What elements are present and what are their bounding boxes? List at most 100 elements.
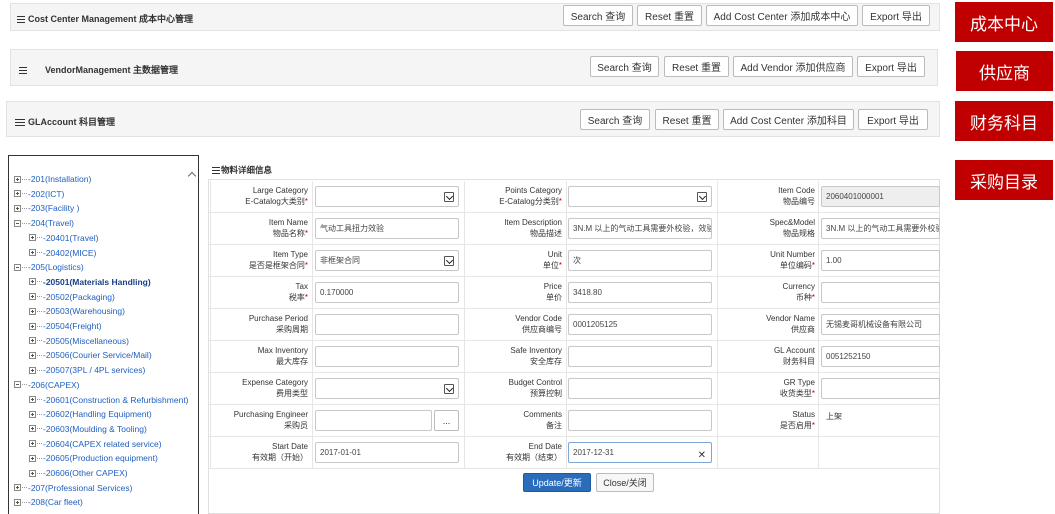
tree-item[interactable]: -208(Car fleet) — [14, 497, 83, 507]
scroll-up-icon[interactable] — [187, 171, 197, 181]
input-field[interactable]: 气动工具扭力效验 — [315, 218, 459, 239]
tree-item-label[interactable]: -206(CAPEX) — [28, 380, 80, 390]
tree-item[interactable]: -20602(Handling Equipment) — [29, 409, 152, 419]
select-field[interactable] — [568, 186, 712, 207]
input-field[interactable]: 0001205125 — [568, 314, 712, 335]
tree-item-label[interactable]: -20401(Travel) — [43, 233, 98, 243]
tree-item-label[interactable]: -20601(Construction & Refurbishment) — [43, 395, 189, 405]
tree-item[interactable]: -207(Professional Services) — [14, 483, 132, 493]
input-field[interactable]: 0.170000 — [315, 282, 459, 303]
input-field[interactable] — [568, 378, 712, 399]
vendor-export-button[interactable]: Export 导出 — [857, 56, 925, 77]
tree-item[interactable]: -20601(Construction & Refurbishment) — [29, 395, 189, 405]
clear-icon[interactable]: ✕ — [698, 446, 706, 462]
expand-icon[interactable] — [29, 425, 36, 433]
input-field[interactable]: 2017-12-31 ✕ — [568, 442, 712, 463]
add-cost-center-button[interactable]: Add Cost Center 添加成本中心 — [706, 5, 858, 26]
tree-item[interactable]: -20502(Packaging) — [29, 292, 115, 302]
input-field[interactable]: 1.00 — [821, 250, 940, 271]
chevron-down-icon[interactable] — [697, 192, 707, 202]
tree-item[interactable]: -20505(Miscellaneous) — [29, 336, 129, 346]
input-field[interactable]: 2017-01-01 — [315, 442, 459, 463]
tree-item-label[interactable]: -20402(MICE) — [43, 248, 96, 258]
expand-icon[interactable] — [14, 484, 21, 492]
input-field[interactable]: 无锡麦哥机械设备有限公司 — [821, 314, 940, 335]
update-button[interactable]: Update/更新 — [523, 473, 591, 492]
tree-item-label[interactable]: -20606(Other CAPEX) — [43, 468, 128, 478]
tree-item[interactable]: -204(Travel) — [14, 218, 74, 228]
input-field[interactable]: 3418.80 — [568, 282, 712, 303]
tree-item-label[interactable]: -20505(Miscellaneous) — [43, 336, 129, 346]
chevron-down-icon[interactable] — [444, 256, 454, 266]
chevron-down-icon[interactable] — [444, 384, 454, 394]
input-field[interactable] — [821, 282, 940, 303]
tree-item[interactable]: -20504(Freight) — [29, 321, 102, 331]
expand-icon[interactable] — [29, 234, 36, 242]
expand-icon[interactable] — [29, 322, 36, 330]
expand-icon[interactable] — [29, 396, 36, 403]
tree-item[interactable]: -203(Facility ) — [14, 203, 79, 213]
tree-item[interactable]: -20603(Moulding & Tooling) — [29, 424, 147, 434]
expand-icon[interactable] — [29, 351, 36, 359]
tree-item[interactable]: -206(CAPEX) — [14, 380, 80, 390]
cost-center-reset-button[interactable]: Reset 重置 — [637, 5, 702, 26]
tree-item-label[interactable]: -20501(Materials Handling) — [43, 277, 151, 287]
expand-icon[interactable] — [29, 307, 36, 315]
chevron-down-icon[interactable] — [444, 192, 454, 202]
tree-item-label[interactable]: -207(Professional Services) — [28, 483, 132, 493]
tree-item[interactable]: -20402(MICE) — [29, 248, 96, 258]
expand-icon[interactable] — [14, 190, 21, 198]
tree-item-label[interactable]: -20507(3PL / 4PL services) — [43, 365, 145, 375]
gl-export-button[interactable]: Export 导出 — [858, 109, 928, 130]
collapse-icon[interactable] — [14, 219, 21, 227]
input-field[interactable] — [821, 378, 940, 399]
cost-center-search-button[interactable]: Search 查询 — [563, 5, 633, 26]
vendor-search-button[interactable]: Search 查询 — [590, 56, 659, 77]
tree-item-label[interactable]: -202(ICT) — [28, 189, 64, 199]
expand-icon[interactable] — [14, 175, 21, 183]
expand-icon[interactable] — [29, 410, 36, 418]
tree-item-label[interactable]: -20605(Production equipment) — [43, 453, 158, 463]
select-field[interactable] — [315, 186, 459, 207]
select-field[interactable]: 非框架合同 — [315, 250, 459, 271]
add-gl-account-button[interactable]: Add Cost Center 添加科目 — [723, 109, 854, 130]
tree-item-label[interactable]: -208(Car fleet) — [28, 497, 83, 507]
expand-icon[interactable] — [29, 249, 36, 256]
tree-item[interactable]: -205(Logistics) — [14, 262, 84, 272]
add-vendor-button[interactable]: Add Vendor 添加供应商 — [733, 56, 853, 77]
tree-item[interactable]: -201(Installation) — [14, 174, 91, 184]
gl-search-button[interactable]: Search 查询 — [580, 109, 650, 130]
browse-button[interactable]: ... — [434, 410, 459, 431]
tree-item-label[interactable]: -205(Logistics) — [28, 262, 84, 272]
tree-item[interactable]: -20605(Production equipment) — [29, 453, 158, 463]
tree-item-label[interactable]: -20502(Packaging) — [43, 292, 115, 302]
expand-icon[interactable] — [29, 454, 36, 462]
input-field[interactable]: 3N.M 以上的气动工具需要外校验 — [821, 218, 940, 239]
select-field[interactable] — [315, 378, 459, 399]
collapse-icon[interactable] — [14, 381, 21, 389]
input-field[interactable] — [568, 346, 712, 367]
tree-item[interactable]: -20507(3PL / 4PL services) — [29, 365, 145, 375]
input-field[interactable] — [315, 314, 459, 335]
input-field[interactable]: 次 — [568, 250, 712, 271]
input-field[interactable] — [315, 410, 432, 431]
input-field[interactable]: 3N.M 以上的气动工具需要外校验，效验 — [568, 218, 712, 239]
input-field[interactable] — [315, 346, 459, 367]
category-tree[interactable]: -201(Installation) -202(ICT) -203(Facility… — [8, 155, 199, 514]
expand-icon[interactable] — [29, 337, 36, 345]
tree-item[interactable]: -20501(Materials Handling) — [29, 277, 151, 287]
tree-item[interactable]: -20606(Other CAPEX) — [29, 468, 128, 478]
expand-icon[interactable] — [14, 204, 21, 212]
tree-item-label[interactable]: -203(Facility ) — [28, 203, 79, 213]
vendor-reset-button[interactable]: Reset 重置 — [664, 56, 729, 77]
tree-item[interactable]: -20503(Warehousing) — [29, 306, 125, 316]
expand-icon[interactable] — [29, 278, 36, 286]
close-button[interactable]: Close/关闭 — [596, 473, 654, 492]
expand-icon[interactable] — [29, 469, 36, 477]
tree-item[interactable]: -20506(Courier Service/Mail) — [29, 350, 152, 360]
expand-icon[interactable] — [29, 293, 36, 301]
tree-item-label[interactable]: -20504(Freight) — [43, 321, 102, 331]
tree-item-label[interactable]: -20603(Moulding & Tooling) — [43, 424, 147, 434]
tree-item-label[interactable]: -20604(CAPEX related service) — [43, 439, 162, 449]
expand-icon[interactable] — [29, 440, 36, 448]
